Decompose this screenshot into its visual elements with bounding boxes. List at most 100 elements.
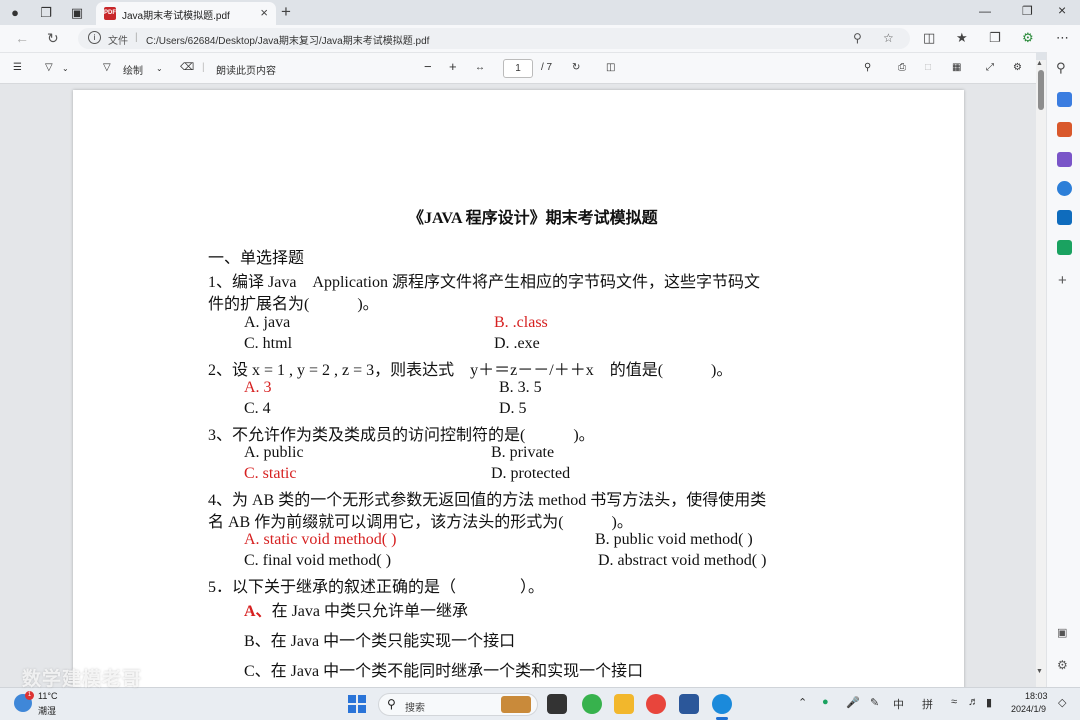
address-bar[interactable]: i 文件 | C:/Users/62684/Desktop/Java期末复习/J… [78,28,910,49]
address-url[interactable]: C:/Users/62684/Desktop/Java期末复习/Java期末考试… [146,32,429,47]
chrome-icon[interactable] [646,694,666,714]
fit-width-icon[interactable]: ↔ [475,62,485,73]
sidebar-outlook-icon[interactable] [1057,210,1072,225]
new-tab-icon[interactable]: + [281,2,291,22]
sidebar-settings-icon[interactable]: ⚙ [1057,658,1068,672]
scroll-down-icon[interactable]: ▼ [1036,668,1043,675]
more-menu-icon[interactable]: ⋯ [1056,30,1069,46]
fullscreen-icon[interactable]: ⤢ [986,62,994,73]
sidebar-copilot-icon[interactable] [1057,92,1072,107]
weather-temperature[interactable]: 11°C [38,691,57,701]
q3-option-c: C. static [244,465,297,482]
toolbar-divider: | [202,62,205,73]
zoom-out-icon[interactable]: − [424,59,432,74]
rotate-icon[interactable]: ↻ [572,62,580,73]
search-icon[interactable]: ⚲ [864,62,871,73]
q5-option-a: A、在 Java 中类只允许单一继承 [244,597,468,621]
tray-pen-icon[interactable]: ✎ [870,696,879,709]
start-button[interactable] [348,695,366,713]
q4-option-a: A. static void method( ) [244,531,397,548]
taskbar-search-icon: ⚲ [387,697,396,711]
edge-icon[interactable] [712,694,732,714]
contents-icon[interactable]: ☰ [13,62,22,73]
close-tab-icon[interactable]: × [260,5,268,20]
scrollbar-thumb[interactable] [1038,70,1044,110]
sidebar-screenshot-icon[interactable]: ▣ [1057,626,1067,639]
taskbar: 1 11°C 潮湿 ⚲ 搜索 ⌃ ● 🎤 ✎ 中 拼 ≈ ♬ ▮ 18:03 2… [0,687,1080,720]
eraser-icon[interactable]: ⌫ [180,62,194,73]
sidebar-office-icon[interactable] [1057,181,1072,196]
minimize-icon[interactable]: — [979,4,991,18]
close-window-icon[interactable]: × [1058,2,1066,18]
save-icon[interactable]: □ [925,62,931,73]
q5-option-a-letter: A、 [244,603,272,620]
refresh-icon[interactable]: ↻ [47,30,59,47]
collections-icon[interactable]: ❐ [989,30,1001,46]
ime-language[interactable]: 中 [893,696,904,712]
taskbar-search[interactable]: ⚲ 搜索 [378,693,538,716]
tray-mic-icon[interactable]: 🎤 [846,696,860,709]
page-number-input[interactable]: 1 [503,59,533,78]
file-explorer-icon[interactable] [614,694,634,714]
zoom-in-icon[interactable]: + [449,59,457,74]
pdf-viewer[interactable]: 《JAVA 程序设计》期末考试模拟题 一、单选择题 1、编译 Java Appl… [0,84,1036,687]
task-view-icon[interactable] [547,694,567,714]
tray-wechat-icon[interactable]: ● [822,696,829,708]
tab-active[interactable]: PDF Java期末考试模拟题.pdf × [96,2,276,25]
edge-dev-icon[interactable] [582,694,602,714]
address-prefix: 文件 [108,36,128,47]
page-total: / 7 [541,62,553,73]
q5-option-a-text: 在 Java 中类只允许单一继承 [271,603,468,620]
search-highlight-icon [501,696,531,713]
sidebar-add-icon[interactable]: + [1058,272,1067,289]
favorites-icon[interactable]: ★ [956,30,968,46]
clock-time[interactable]: 18:03 [1025,691,1048,701]
extension-icon[interactable]: ⚙ [1022,30,1034,46]
draw-icon[interactable]: ▽ [103,62,111,73]
print-icon[interactable]: ⎙ [898,62,906,73]
q3-option-b: B. private [491,444,555,461]
q4-text-line1: 4、为 AB 类的一个无形式参数无返回值的方法 method 书写方法头，使得使… [208,492,767,509]
maximize-icon[interactable]: ❐ [1022,4,1033,18]
sidebar-search-icon[interactable]: ⚲ [1056,60,1066,76]
scroll-up-icon[interactable]: ▲ [1036,60,1043,67]
split-screen-icon[interactable]: ◫ [923,30,935,46]
word-icon[interactable] [679,694,699,714]
sidebar-shopping-icon[interactable] [1057,122,1072,137]
tab-actions-icon[interactable]: ▣ [68,4,86,22]
scrollbar-track[interactable] [1036,60,1046,687]
favorite-star-icon[interactable]: ☆ [883,31,894,45]
q4-option-b: B. public void method( ) [595,531,753,548]
section-heading: 一、单选择题 [208,250,305,267]
sidebar-drop-icon[interactable] [1057,240,1072,255]
highlight-chevron-icon[interactable]: ⌄ [62,64,69,73]
sidebar-tools-icon[interactable] [1057,152,1072,167]
workspaces-icon[interactable]: ❐ [37,4,55,22]
address-row: ← ↻ i 文件 | C:/Users/62684/Desktop/Java期末… [0,25,1080,52]
clock-date[interactable]: 2024/1/9 [1011,704,1046,714]
draw-label[interactable]: 绘制 [123,62,143,77]
q1-text-line1: 1、编译 Java Application 源程序文件将产生相应的字节码文件，这… [208,274,760,291]
highlight-icon[interactable]: ▽ [45,62,53,73]
draw-chevron-icon[interactable]: ⌄ [156,64,163,73]
zoom-icon[interactable]: ⚲ [853,31,862,45]
q2-option-a: A. 3 [244,379,272,396]
profile-icon[interactable]: ● [6,4,24,22]
page-view-icon[interactable]: ◫ [606,62,615,73]
volume-icon[interactable]: ♬ [968,696,979,708]
ime-mode[interactable]: 拼 [922,696,933,712]
taskbar-search-label: 搜索 [405,703,425,714]
tray-overflow-icon[interactable]: ⌃ [798,696,807,709]
wifi-icon[interactable]: ≈ [951,696,957,708]
weather-condition[interactable]: 潮湿 [38,704,56,717]
read-aloud-button[interactable]: 朗读此页内容 [216,62,276,77]
notification-icon[interactable]: ◇ [1058,696,1066,709]
info-icon[interactable]: i [88,31,101,44]
q4-option-c: C. final void method( ) [244,552,392,569]
save-as-icon[interactable]: ▦ [952,62,961,73]
settings-icon[interactable]: ⚙ [1013,62,1022,73]
pdf-page: 《JAVA 程序设计》期末考试模拟题 一、单选择题 1、编译 Java Appl… [73,90,964,687]
battery-icon[interactable]: ▮ [986,696,992,709]
q2-option-b: B. 3. 5 [499,379,542,396]
back-icon[interactable]: ← [15,30,29,46]
